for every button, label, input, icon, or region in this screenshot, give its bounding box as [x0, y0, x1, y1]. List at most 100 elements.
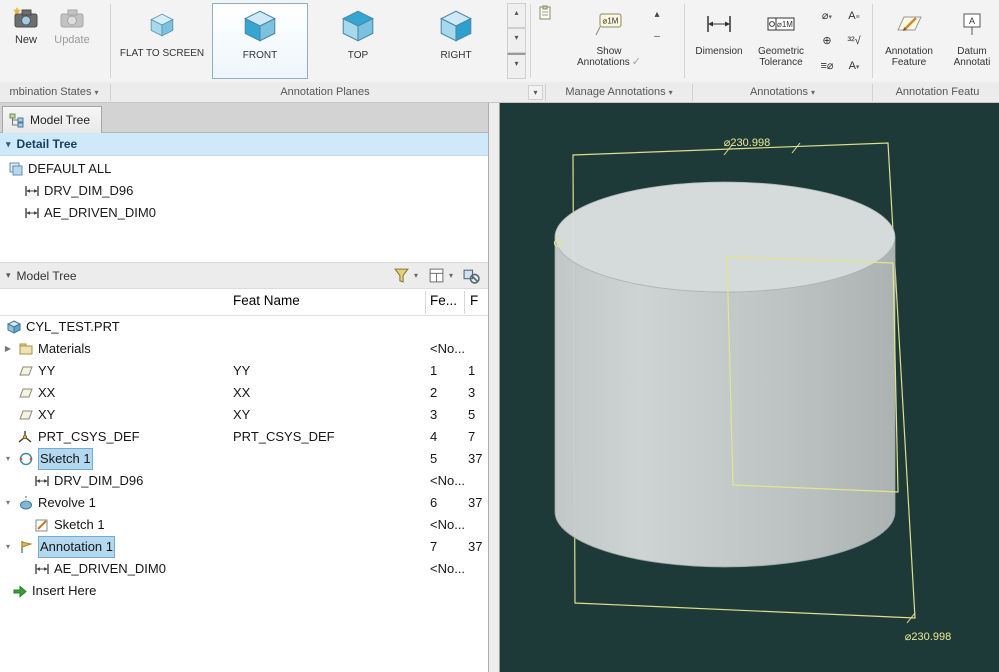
annotation-plane-cube-top-icon	[339, 4, 377, 48]
revolve-feature-icon	[18, 495, 34, 511]
expand-icon[interactable]: ▶	[2, 338, 14, 360]
svg-text:⌀1M: ⌀1M	[777, 20, 793, 29]
group-label-annotation-feature: Annotation Featu	[876, 82, 999, 102]
group-label-annotations[interactable]: Annotations▾	[695, 82, 870, 102]
column-divider[interactable]	[425, 291, 426, 314]
tree-row-revolve1[interactable]: ▾ Revolve 1 6 37	[0, 492, 488, 514]
tree-row-csys[interactable]: PRT_CSYS_DEF PRT_CSYS_DEF 4 7	[0, 426, 488, 448]
dimension-button[interactable]: Dimension	[690, 3, 748, 79]
tree-row-part[interactable]: CYL_TEST.PRT	[0, 316, 488, 338]
annotation-planes-launcher[interactable]: ▾	[528, 85, 543, 100]
caret-down-icon[interactable]: ▾	[449, 271, 453, 280]
camera-new-icon	[13, 5, 39, 31]
filter-icon[interactable]	[393, 267, 410, 284]
detail-row-drv-dim[interactable]: DRV_DIM_D96	[0, 180, 488, 202]
caret-down-icon[interactable]: ▾	[414, 271, 418, 280]
datum-annotation-icon: A	[958, 4, 986, 44]
gallery-expand-button[interactable]: ▾	[507, 53, 526, 79]
gallery-scroll-down-button[interactable]: ▾	[507, 28, 526, 53]
check-icon: ✓	[632, 56, 641, 68]
tree-row-plane-yy[interactable]: YY YY 1 1	[0, 360, 488, 382]
collapse-icon[interactable]: ▾	[2, 536, 14, 558]
annotation-feature-tree-icon	[18, 539, 34, 555]
column-header-feat-name[interactable]: Feat Name	[233, 293, 300, 308]
panel-splitter[interactable]	[489, 103, 500, 672]
ribbon-separator	[684, 4, 685, 78]
group-label-manage-annotations[interactable]: Manage Annotations▾	[548, 82, 690, 102]
collapse-icon[interactable]: ▾	[2, 492, 14, 514]
annotation-tools-grid: ⌀▾ A≡ ⊕ ³²√ ≡⌀ A▾	[814, 5, 870, 79]
combined-state-icon	[8, 161, 24, 177]
show-annotations-button[interactable]: ⌀1M Show Annotations✓	[570, 3, 648, 79]
annotation-feature-icon	[894, 4, 924, 44]
annotation-plane-cube-front-icon	[241, 4, 279, 48]
geometric-tolerance-icon: ⌀1M	[766, 4, 796, 44]
flat-to-screen-button[interactable]: FLAT TO SCREEN	[116, 3, 208, 79]
update-button[interactable]: Update	[50, 5, 94, 46]
caret-down-icon: ▾	[94, 88, 98, 97]
ribbon-group-labels: mbination States▾ Annotation Planes ▾ Ma…	[0, 82, 999, 103]
datum-annotation-button[interactable]: A Datum Annotati	[942, 3, 999, 79]
detail-tree-header[interactable]: ▾ Detail Tree	[0, 133, 488, 156]
top-plane-button[interactable]: TOP	[312, 3, 404, 79]
label-separator	[545, 84, 546, 101]
3d-viewport[interactable]: ⌀230.998 ⌀230.998	[500, 103, 999, 672]
annotation-up-icon[interactable]: ▴	[648, 6, 666, 24]
navigator-panel: Model Tree ▾ Detail Tree DEFAULT ALL	[0, 103, 489, 672]
tree-row-materials[interactable]: ▶ Materials <No...	[0, 338, 488, 360]
sketch-feature-icon	[18, 451, 34, 467]
datum-plane-icon	[18, 385, 34, 401]
ribbon-separator	[530, 4, 531, 78]
tree-row-annotation1[interactable]: ▾ Annotation 1 7 37	[0, 536, 488, 558]
tree-row-insert-here[interactable]: Insert Here	[0, 580, 488, 602]
sketch-icon	[34, 517, 50, 533]
tree-row-plane-xy[interactable]: XY XY 3 5	[0, 404, 488, 426]
collapse-icon[interactable]: ▾	[2, 448, 14, 470]
column-header-f[interactable]: F	[470, 293, 478, 308]
model-tree-header[interactable]: ▾ Model Tree ▾ ▾	[0, 262, 488, 289]
column-header-fe[interactable]: Fe...	[430, 293, 457, 308]
geometric-tolerance-button[interactable]: ⌀1M Geometric Tolerance	[750, 3, 812, 79]
label-separator	[872, 84, 873, 101]
detail-row-default-all[interactable]: DEFAULT ALL	[0, 158, 488, 180]
tree-row-drv-dim[interactable]: DRV_DIM_D96 <No...	[0, 470, 488, 492]
panel-tab-strip: Model Tree	[0, 103, 488, 133]
model-tree-icon	[9, 112, 25, 128]
tree-settings-icon[interactable]	[463, 267, 480, 284]
ordinate-dimension-button[interactable]: ≡⌀	[814, 55, 840, 79]
label-separator	[110, 84, 111, 101]
annotation-feature-button[interactable]: Annotation Feature	[878, 3, 940, 79]
show-annotations-icon: ⌀1M	[594, 4, 624, 44]
model-tree-rows: CYL_TEST.PRT ▶ Materials <No... YY YY 1 …	[0, 316, 488, 602]
annotation-collapse-icon[interactable]: –	[648, 28, 666, 46]
group-label-combination-states[interactable]: mbination States▾	[0, 82, 108, 102]
tree-row-ae-driven-dim[interactable]: AE_DRIVEN_DIM0 <No...	[0, 558, 488, 580]
new-button[interactable]: New	[4, 5, 48, 46]
text-style-button[interactable]: A▾	[841, 55, 867, 79]
gallery-scroll-up-button[interactable]: ▴	[507, 3, 526, 28]
cylinder-model[interactable]	[555, 182, 895, 567]
plane-gallery-scrollbar: ▴ ▾ ▾	[507, 3, 526, 79]
model-tree-column-headers: Feat Name Fe... F	[0, 289, 488, 316]
driven-dimension-icon	[24, 205, 40, 221]
tree-columns-icon[interactable]	[428, 267, 445, 284]
detail-row-ae-driven-dim[interactable]: AE_DRIVEN_DIM0	[0, 202, 488, 224]
diameter-symbol-button[interactable]: ⌀▾	[814, 5, 840, 29]
gdt-button[interactable]: ⊕	[814, 30, 840, 54]
column-divider[interactable]	[464, 291, 465, 314]
right-plane-button[interactable]: RIGHT	[408, 3, 504, 79]
materials-icon	[18, 341, 34, 357]
note-button[interactable]: A≡	[841, 5, 867, 29]
part-icon	[6, 319, 22, 335]
svg-text:⌀1M: ⌀1M	[603, 17, 619, 26]
driven-dimension-icon	[34, 473, 50, 489]
tree-row-plane-xx[interactable]: XX XX 2 3	[0, 382, 488, 404]
tree-row-sketch1-child[interactable]: Sketch 1 <No...	[0, 514, 488, 536]
surface-finish-button[interactable]: ³²√	[841, 30, 867, 54]
svg-text:⌀230.998: ⌀230.998	[905, 631, 951, 643]
detail-tree-list: DEFAULT ALL DRV_DIM_D96	[0, 158, 488, 224]
front-plane-button[interactable]: FRONT	[212, 3, 308, 79]
clipboard-icon[interactable]	[536, 4, 554, 22]
tab-model-tree[interactable]: Model Tree	[2, 106, 102, 133]
tree-row-sketch1[interactable]: ▾ Sketch 1 5 37	[0, 448, 488, 470]
